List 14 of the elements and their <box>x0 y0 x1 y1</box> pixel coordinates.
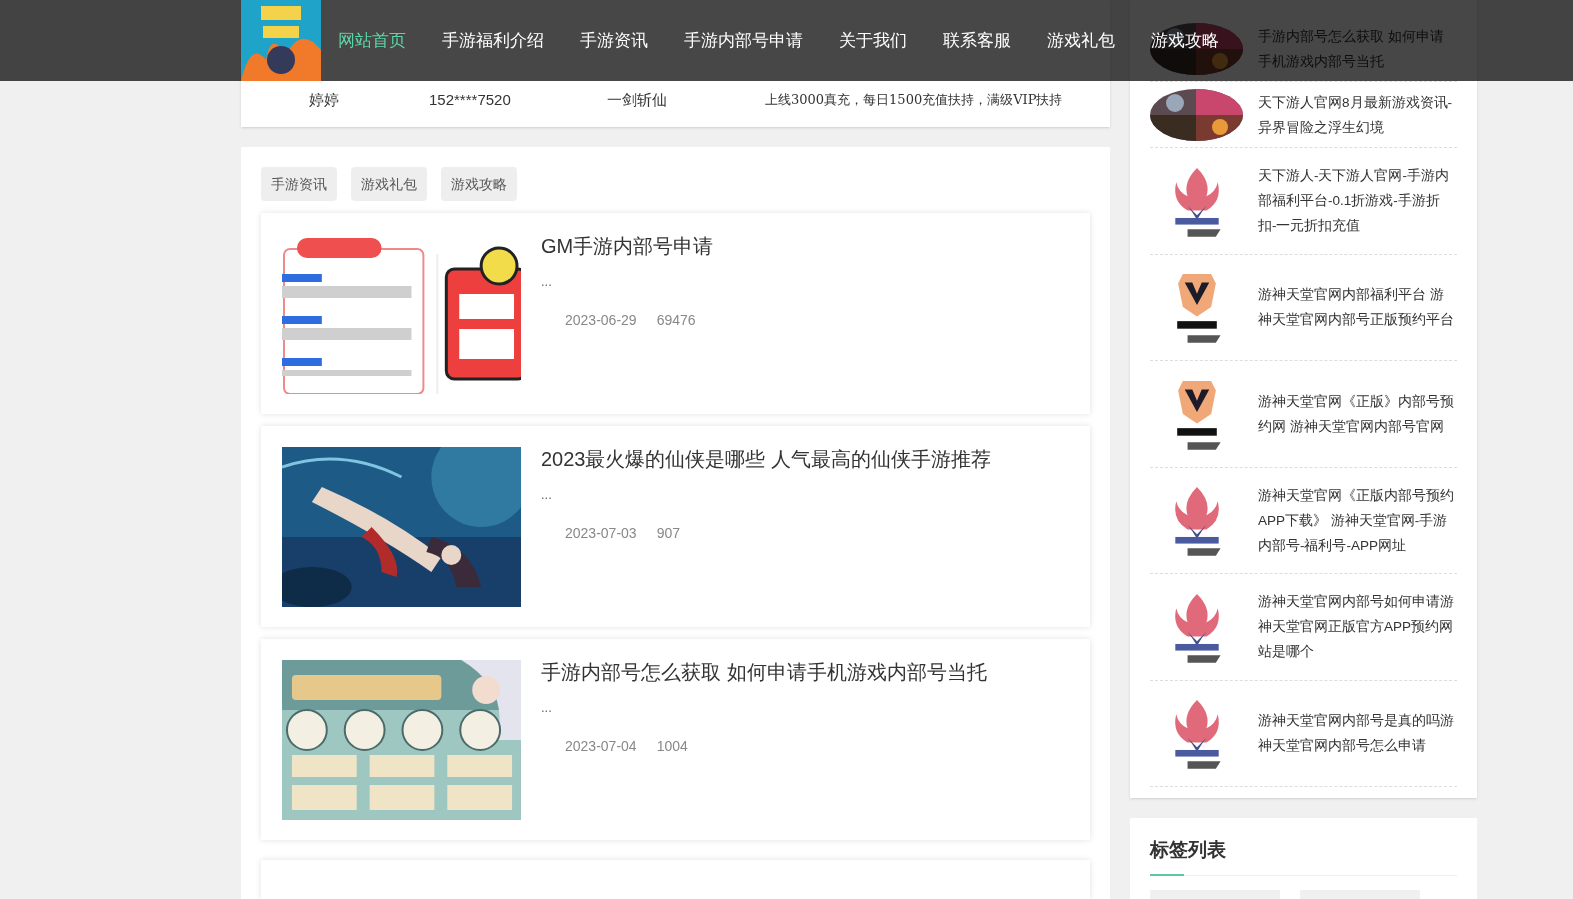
table-cell-text: 152****7520 <box>428 89 512 110</box>
section-title: 标签列表 <box>1150 839 1226 860</box>
table-cell-text: 婷婷 <box>308 89 340 110</box>
table-cell-text: 一剑斩仙 <box>606 89 668 110</box>
view-count: 1004 <box>656 736 688 756</box>
article-excerpt: ... <box>541 699 553 717</box>
article-date: 2023-07-03 <box>565 523 637 543</box>
article-date: 2023-06-29 <box>565 310 637 330</box>
article-excerpt: ... <box>541 273 553 291</box>
article-date: 2023-07-04 <box>565 736 637 756</box>
view-count: 907 <box>656 523 680 543</box>
table-cell-text: 上线3000真充，每日1500充值扶持，满级VIP扶持 <box>764 91 1063 109</box>
article-excerpt: ... <box>541 486 553 504</box>
view-count: 69476 <box>656 310 696 330</box>
